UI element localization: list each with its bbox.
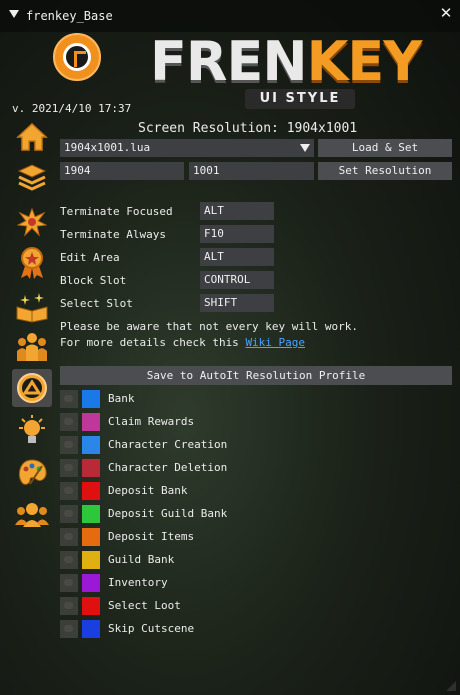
color-swatch[interactable] bbox=[82, 528, 100, 546]
group-icon bbox=[17, 333, 47, 361]
sidebar-item-award[interactable] bbox=[12, 244, 52, 282]
color-swatch[interactable] bbox=[82, 597, 100, 615]
profile-checkbox[interactable] bbox=[60, 436, 78, 454]
key-warning-note: Please be aware that not every key will … bbox=[60, 320, 359, 333]
profile-name: Select Loot bbox=[108, 599, 181, 612]
profile-checkbox[interactable] bbox=[60, 597, 78, 615]
key-field-edit-area[interactable]: ALT bbox=[200, 248, 274, 266]
color-swatch[interactable] bbox=[82, 436, 100, 454]
profile-name: Deposit Items bbox=[108, 530, 195, 543]
color-swatch[interactable] bbox=[82, 413, 100, 431]
palette-icon bbox=[18, 459, 47, 485]
wiki-page-link[interactable]: Wiki Page bbox=[245, 336, 305, 349]
list-item: Select Loot bbox=[60, 596, 452, 616]
key-field-select-slot[interactable]: SHIFT bbox=[200, 294, 274, 312]
color-swatch[interactable] bbox=[82, 390, 100, 408]
sidebar-item-layers[interactable] bbox=[12, 158, 52, 196]
spellbook-icon bbox=[16, 293, 48, 323]
frenkey-window: frenkey_Base ✕ FRENKEY UI STYLE v. 2021/… bbox=[0, 0, 460, 695]
list-item: Deposit Guild Bank bbox=[60, 504, 452, 524]
explosion-icon bbox=[17, 207, 47, 237]
sidebar-item-users[interactable] bbox=[12, 496, 52, 534]
color-swatch[interactable] bbox=[82, 620, 100, 638]
profile-checkbox[interactable] bbox=[60, 551, 78, 569]
lightbulb-icon bbox=[19, 415, 45, 443]
profile-checkbox[interactable] bbox=[60, 459, 78, 477]
profile-name: Character Deletion bbox=[108, 461, 228, 474]
resolution-profile-value: 1904x1001.lua bbox=[64, 141, 151, 154]
list-item: Bank bbox=[60, 389, 452, 409]
list-item: Guild Bank bbox=[60, 550, 452, 570]
profile-checkbox[interactable] bbox=[60, 482, 78, 500]
profile-name: Claim Rewards bbox=[108, 415, 195, 428]
wiki-note-text: For more details check this bbox=[60, 336, 239, 349]
sidebar-item-autoit[interactable] bbox=[12, 369, 52, 407]
close-icon[interactable]: ✕ bbox=[438, 5, 454, 21]
list-item: Deposit Bank bbox=[60, 481, 452, 501]
key-label-select-slot: Select Slot bbox=[60, 297, 133, 310]
color-swatch[interactable] bbox=[82, 505, 100, 523]
profile-name: Guild Bank bbox=[108, 553, 175, 566]
brand-title: FRENKEY bbox=[150, 30, 422, 93]
sidebar-item-group[interactable] bbox=[12, 328, 52, 366]
list-item: Deposit Items bbox=[60, 527, 452, 547]
resolution-profile-select[interactable]: 1904x1001.lua bbox=[60, 139, 314, 157]
set-resolution-button[interactable]: Set Resolution bbox=[318, 162, 452, 180]
version-label: v. 2021/4/10 17:37 bbox=[12, 102, 132, 115]
autoit-icon bbox=[17, 373, 47, 403]
sidebar-item-palette[interactable] bbox=[12, 455, 52, 493]
frenkey-logo-icon bbox=[53, 33, 101, 81]
chevron-down-icon[interactable] bbox=[300, 144, 310, 152]
profile-checkbox[interactable] bbox=[60, 574, 78, 592]
profile-checkbox[interactable] bbox=[60, 505, 78, 523]
profile-checkbox[interactable] bbox=[60, 413, 78, 431]
award-icon bbox=[21, 247, 43, 279]
profile-name: Bank bbox=[108, 392, 135, 405]
list-item: Character Creation bbox=[60, 435, 452, 455]
screen-resolution-title: Screen Resolution: 1904x1001 bbox=[138, 121, 358, 136]
resolution-width-field[interactable]: 1904 bbox=[60, 162, 184, 180]
key-field-terminate-focused[interactable]: ALT bbox=[200, 202, 274, 220]
profile-name: Deposit Guild Bank bbox=[108, 507, 228, 520]
sidebar-item-explosion[interactable] bbox=[12, 203, 52, 241]
resize-grip-icon[interactable] bbox=[446, 681, 456, 691]
window-title: frenkey_Base bbox=[26, 9, 113, 23]
list-item: Claim Rewards bbox=[60, 412, 452, 432]
profile-checkbox[interactable] bbox=[60, 620, 78, 638]
color-swatch[interactable] bbox=[82, 482, 100, 500]
brand-subtitle: UI STYLE bbox=[245, 89, 355, 109]
color-swatch[interactable] bbox=[82, 551, 100, 569]
wiki-note: For more details check this Wiki Page bbox=[60, 336, 305, 349]
color-swatch[interactable] bbox=[82, 574, 100, 592]
profile-name: Skip Cutscene bbox=[108, 622, 195, 635]
sidebar-item-spellbook[interactable] bbox=[12, 288, 52, 326]
list-item: Character Deletion bbox=[60, 458, 452, 478]
profile-name: Inventory bbox=[108, 576, 168, 589]
profile-name: Character Creation bbox=[108, 438, 228, 451]
key-field-terminate-always[interactable]: F10 bbox=[200, 225, 274, 243]
profile-checkbox[interactable] bbox=[60, 528, 78, 546]
sidebar-item-lightbulb[interactable] bbox=[12, 412, 52, 450]
key-label-terminate-always: Terminate Always bbox=[60, 228, 166, 241]
brand-banner: FRENKEY UI STYLE bbox=[150, 26, 450, 116]
profile-name: Deposit Bank bbox=[108, 484, 188, 497]
color-swatch[interactable] bbox=[82, 459, 100, 477]
home-icon bbox=[16, 122, 48, 151]
key-label-block-slot: Block Slot bbox=[60, 274, 127, 287]
users-icon bbox=[15, 503, 49, 527]
layers-icon bbox=[17, 164, 47, 191]
profile-checkbox[interactable] bbox=[60, 390, 78, 408]
resolution-height-field[interactable]: 1001 bbox=[189, 162, 314, 180]
key-field-block-slot[interactable]: CONTROL bbox=[200, 271, 274, 289]
load-and-set-button[interactable]: Load & Set bbox=[318, 139, 452, 157]
list-item: Inventory bbox=[60, 573, 452, 593]
collapse-arrow-icon[interactable] bbox=[9, 10, 19, 18]
list-item: Skip Cutscene bbox=[60, 619, 452, 639]
key-label-edit-area: Edit Area bbox=[60, 251, 120, 264]
save-autoit-profile-button[interactable]: Save to AutoIt Resolution Profile bbox=[60, 366, 452, 385]
key-label-terminate-focused: Terminate Focused bbox=[60, 205, 173, 218]
sidebar-item-home[interactable] bbox=[12, 118, 52, 156]
